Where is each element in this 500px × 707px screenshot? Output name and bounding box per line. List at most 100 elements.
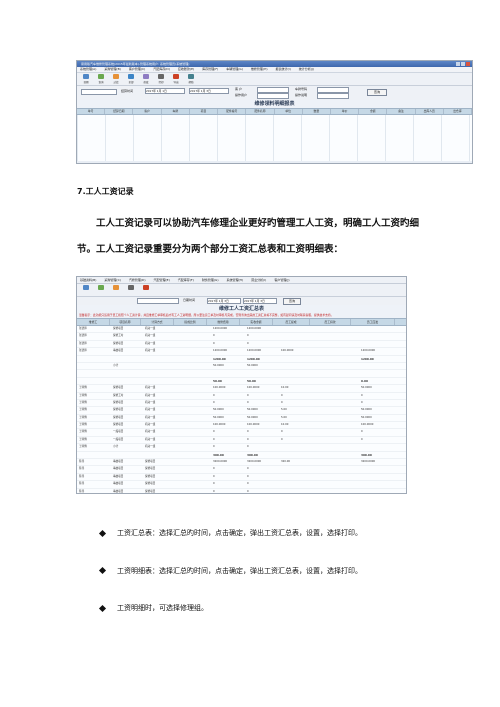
column-header[interactable]: 车牌 — [162, 109, 190, 114]
table-cell: 0 — [247, 400, 249, 404]
subtotal-row[interactable]: 50.00 50.00 0.00 — [77, 378, 406, 386]
column-header[interactable]: 单价 — [331, 109, 360, 114]
table-row[interactable] — [77, 370, 406, 378]
menu-item[interactable]: 报表统计(I) — [276, 67, 291, 72]
toolbar-help-button[interactable]: 帮助 — [185, 74, 197, 84]
table-row[interactable]: 小计 50.0000 50.0000 — [77, 363, 406, 371]
column-header[interactable]: 结算日期 — [105, 109, 134, 114]
column-header[interactable]: 单位 — [275, 109, 303, 114]
subtotal-row[interactable]: 1200.00 1200.00 1200.00 — [77, 356, 406, 363]
toolbar-button[interactable] — [110, 285, 122, 295]
menu-item[interactable]: 财务管理(G) — [202, 277, 219, 283]
date-from-input[interactable]: 2017年 1月 1日 — [145, 88, 185, 94]
table-cell: 保修项目 — [145, 467, 156, 471]
table-row[interactable]: 王师傅 小计 机动一组 0 0 — [77, 444, 406, 452]
toolbar-print-button[interactable]: 打印 — [155, 74, 167, 84]
toolbar-export-button[interactable]: 导出 — [170, 74, 182, 84]
table-row[interactable]: 陈伟 事故项目 保修项目 3200.0000 3200.0000 320.00 3200.0… — [77, 459, 406, 467]
query-button[interactable]: 查询 — [367, 89, 387, 96]
column-header[interactable]: 维修费用 — [207, 319, 240, 325]
menu-item[interactable]: 采购管理(B) — [104, 67, 120, 72]
table-cell: 10.00 — [281, 386, 289, 390]
menu-item[interactable]: 统计分析(J) — [299, 67, 314, 72]
menu-item[interactable]: 汽修管理(D) — [129, 277, 146, 283]
table-row[interactable]: 王师傅 一般项目 机动一组 0 0 0 0 — [77, 429, 406, 437]
menu-item[interactable]: 车辆管理(G) — [226, 67, 243, 72]
column-header[interactable]: 员工提成 — [273, 319, 310, 325]
toolbar: 日期 查询 过滤 全部 修改 打印 导出 帮助 — [77, 73, 472, 86]
toolbar-button[interactable] — [80, 285, 92, 295]
close-icon[interactable] — [466, 62, 470, 66]
table-row[interactable]: 王师傅 保修项目 机动一组 100.0000 100.0000 10.00 100.0000 — [77, 422, 406, 430]
toolbar-date-button[interactable]: 日期 — [80, 74, 92, 84]
toolbar-edit-button[interactable]: 修改 — [140, 74, 152, 84]
table-row[interactable]: 陈伟 事故项目 保修项目 0 0 — [77, 466, 406, 474]
minimize-icon[interactable] — [456, 62, 460, 66]
table-row[interactable]: 陈伟 事故项目 保修项目 0 0 — [77, 474, 406, 482]
operator-input[interactable] — [257, 93, 289, 99]
toolbar-button[interactable] — [125, 285, 137, 295]
column-header[interactable]: 项目 — [190, 109, 219, 114]
table-row[interactable]: 张德师 保修项目 机动一组 1200.0000 1200.0000 — [77, 326, 406, 334]
table-row[interactable]: 王师傅 一般项目 机动一组 0 0 0 0 — [77, 437, 406, 445]
date-to-input[interactable]: 2017年 1月 3日 — [243, 298, 277, 304]
menu-item[interactable]: 应收账款(E) — [178, 67, 194, 72]
column-header[interactable]: 出库人员 — [416, 109, 444, 114]
type-select[interactable] — [137, 298, 179, 304]
desc-input[interactable] — [317, 93, 349, 99]
column-header[interactable]: 出仓库 — [444, 109, 472, 114]
table-row[interactable]: 张德师 事故项目 机动一组 1200.0000 1200.0000 100.0000 120… — [77, 348, 406, 356]
date-from-input[interactable]: 2017年 1月 3日 — [207, 298, 241, 304]
menu-item[interactable]: 客户管理(C) — [129, 67, 145, 72]
column-header[interactable]: 项目名称 — [110, 319, 141, 325]
table-cell — [77, 378, 111, 384]
column-header[interactable]: 数量 — [303, 109, 331, 114]
table-cell — [77, 356, 111, 362]
type-select[interactable] — [81, 89, 117, 95]
table-row[interactable]: 王师傅 保修项目 机动一组 50.0000 50.0000 5.00 50.0000 — [77, 407, 406, 415]
date-to-input[interactable]: 2017年 1月 3日 — [189, 88, 229, 94]
menu-item[interactable]: 营业分析(I) — [251, 277, 266, 283]
column-header[interactable]: 单号 — [77, 109, 106, 114]
menu-item[interactable]: 基础资料(B) — [80, 277, 96, 283]
column-header[interactable]: 配件编号 — [218, 109, 247, 114]
table-cell — [111, 356, 143, 362]
table-row[interactable]: 陈伟 事故项目 保修项目 0 0 — [77, 489, 406, 493]
column-header[interactable]: 提成比例 — [174, 319, 207, 325]
menu-item[interactable]: 系统管理(A) — [80, 67, 96, 72]
column-header[interactable]: 配件名称 — [246, 109, 275, 114]
table-row[interactable]: 张德师 保修工时 机动一组 0 0 — [77, 333, 406, 341]
table-cell: 0.00 — [361, 378, 368, 383]
table-row[interactable]: 王师傅 保修项目 机动一组 100.0000 100.0000 10.00 50.0000 — [77, 385, 406, 393]
menu-item[interactable]: 汽配库存(D) — [153, 67, 170, 72]
column-header[interactable]: 计算方式 — [141, 319, 174, 325]
column-header[interactable]: 客户 — [133, 109, 162, 114]
menu-item[interactable]: 汽配管理(E) — [154, 277, 170, 283]
column-header[interactable]: 金额 — [359, 109, 388, 114]
toolbar-filter-button[interactable]: 过滤 — [110, 74, 122, 84]
menu-item[interactable]: 采购管理(C) — [104, 277, 120, 283]
menu-item[interactable]: 汽配库存(F) — [178, 277, 194, 283]
query-button[interactable]: 查询 — [283, 298, 301, 305]
column-header[interactable]: 备注 — [387, 109, 416, 114]
column-header[interactable]: 员工应发 — [351, 319, 395, 325]
menu-item[interactable]: 维修管理(H) — [251, 67, 268, 72]
column-header[interactable]: 员工扣款 — [310, 319, 351, 325]
subtotal-row[interactable]: 300.00 300.00 300.00 — [77, 452, 406, 460]
menu-item[interactable]: 客户管理(J) — [274, 277, 289, 283]
toolbar-button[interactable] — [95, 285, 107, 295]
menu-item[interactable]: 系统管理(H) — [227, 277, 244, 283]
menu-item[interactable]: 库存管理(F) — [202, 67, 218, 72]
toolbar-button[interactable] — [140, 285, 152, 295]
column-header[interactable]: 维修工 — [77, 319, 110, 325]
table-row[interactable]: 王师傅 保修项目 机动一组 50.0000 50.0000 5.00 50.0000 — [77, 415, 406, 423]
maximize-icon[interactable] — [461, 62, 465, 66]
toolbar-query-button[interactable]: 查询 — [95, 74, 107, 84]
table-row[interactable]: 王师傅 保修工时 机动一组 0 0 0 0 — [77, 393, 406, 400]
table-cell: 1200.00 — [361, 356, 374, 361]
table-row[interactable]: 王师傅 保修项目 机动一组 0 0 0 0 — [77, 400, 406, 408]
column-header[interactable]: 实收金额 — [240, 319, 273, 325]
table-row[interactable]: 张德师 保修项目 机动一组 0 0 — [77, 341, 406, 349]
table-row[interactable]: 陈伟 事故项目 保修项目 0 0 — [77, 481, 406, 489]
toolbar-all-button[interactable]: 全部 — [125, 74, 137, 84]
